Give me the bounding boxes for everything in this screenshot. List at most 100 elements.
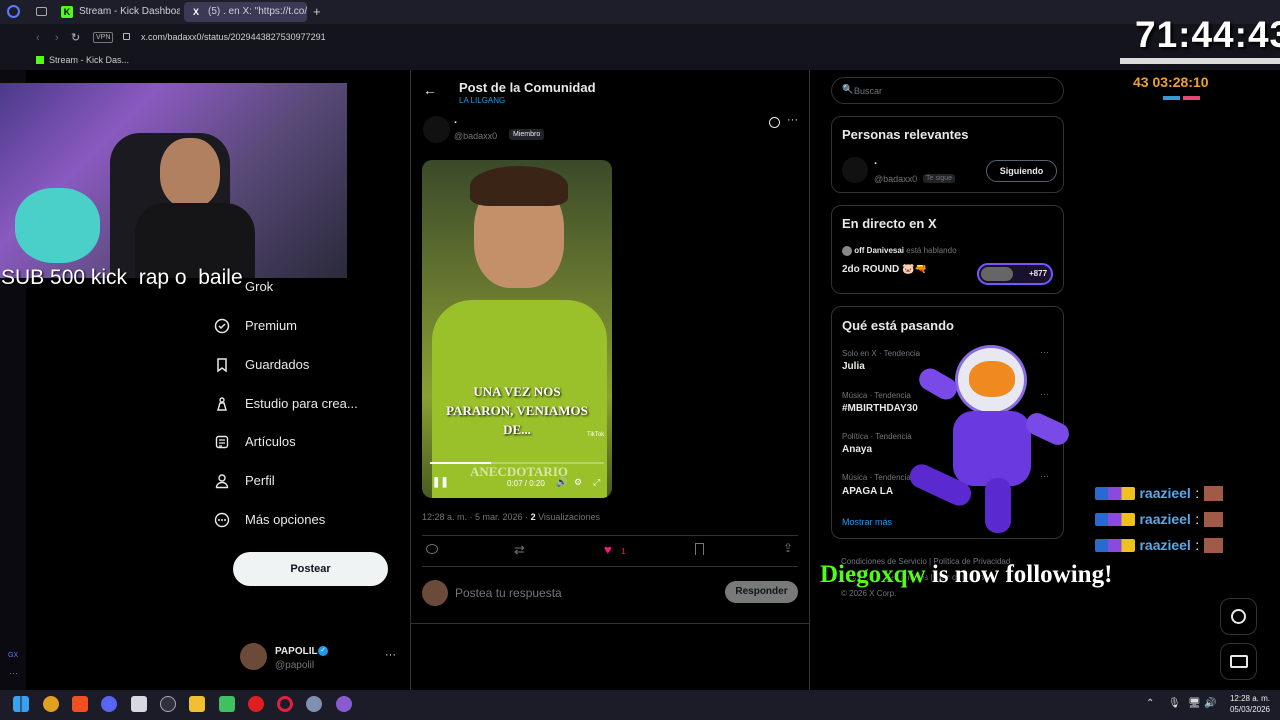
tab-label: (5) . en X: "https://t.co/ (208, 6, 307, 17)
chat-separator: : (1195, 511, 1200, 527)
taskbar-coin-icon[interactable] (43, 696, 59, 712)
search-input[interactable]: 🔍 Buscar (831, 77, 1064, 104)
relevant-avatar[interactable] (842, 157, 868, 183)
live-host-row[interactable]: off Danivesai está hablando (842, 246, 957, 256)
live-count: +877 (1029, 269, 1048, 278)
live-topic[interactable]: 2do ROUND 🐷🔫 (842, 264, 927, 275)
video-watermark: ANECDOTARIO (470, 464, 568, 479)
video-caption-line: UNA VEZ NOS (473, 384, 561, 399)
kick-icon: K (61, 6, 73, 18)
bookmark-kick[interactable]: Stream - Kick Das... (49, 55, 129, 65)
live-host-avatar (842, 246, 852, 256)
tray-clock[interactable]: 12:28 a. m. 05/03/2026 (1224, 693, 1270, 715)
back-icon[interactable]: ‹ (36, 32, 40, 44)
trend-name[interactable]: Julia (842, 361, 865, 372)
verified-icon: ✓ (318, 646, 328, 656)
bookmarks-bar: Stream - Kick Das... (0, 52, 1280, 70)
taskbar-game-icon[interactable] (219, 696, 235, 712)
search-placeholder: Buscar (854, 86, 883, 96)
show-more-link[interactable]: Mostrar más (842, 517, 892, 527)
taskbar-opera-icon[interactable] (277, 696, 293, 712)
tab-overview-icon[interactable] (36, 7, 47, 16)
back-arrow-icon[interactable]: ← (423, 82, 437, 98)
live-listeners-pill[interactable]: +877 (977, 263, 1053, 285)
video-progress-track[interactable] (430, 462, 604, 464)
repost-icon[interactable]: ⇄ (514, 542, 525, 558)
follows-you-badge: Te sigue (923, 174, 956, 183)
grok-float-button[interactable] (1220, 598, 1257, 635)
astronaut-leg-right (985, 478, 1011, 533)
trend-name[interactable]: APAGA LA (842, 486, 893, 497)
taskbar-discord-icon[interactable] (101, 696, 117, 712)
sidebar-more-icon[interactable]: ··· (9, 668, 18, 678)
tray-network-icon[interactable]: 🖥 (1188, 698, 1201, 709)
tray-volume-icon[interactable]: 🔊 (1204, 698, 1216, 709)
volume-icon[interactable]: 🔊 (556, 477, 567, 488)
taskbar-explorer-icon[interactable] (189, 696, 205, 712)
subtimer-prefix: 43 (1133, 74, 1149, 90)
new-tab-button[interactable]: + (313, 4, 321, 19)
articles-icon (215, 435, 229, 449)
reply-button[interactable]: Responder (725, 581, 798, 603)
taskbar-app2-icon[interactable] (336, 696, 352, 712)
chat-emote (1203, 538, 1223, 554)
relevant-name[interactable]: . (874, 155, 877, 167)
account-more-icon[interactable]: ··· (385, 649, 396, 661)
windows-taskbar: ⌃ 🎙 🖥 🔊 12:28 a. m. 05/03/2026 (0, 690, 1280, 720)
bookmark-icon[interactable] (695, 543, 704, 555)
follow-alert: Diegoxqw is now following! (820, 561, 1112, 589)
vpn-badge[interactable]: VPN (93, 32, 114, 43)
tab-kick-dashboard[interactable]: K Stream - Kick Dashboard (55, 2, 180, 22)
timer-underline (1120, 58, 1280, 64)
community-link[interactable]: LA LILGANG (459, 96, 505, 105)
settings-icon[interactable]: ⚙ (574, 477, 582, 488)
tiktok-watermark: TikTok (587, 432, 605, 438)
nav-label: Perfil (245, 473, 275, 488)
tray-time: 12:28 a. m. (1229, 694, 1270, 703)
taskbar-app-icon[interactable] (248, 696, 264, 712)
taskbar-store-icon[interactable] (131, 696, 147, 712)
author-name[interactable]: . (454, 114, 457, 126)
post-more-icon[interactable]: ··· (787, 114, 798, 126)
chat-emote (1203, 486, 1223, 502)
share-icon[interactable]: ⇪ (783, 541, 793, 555)
url-field[interactable]: x.com/badaxx0/status/2029443827530977291 (141, 32, 326, 42)
trend-name[interactable]: #MBIRTHDAY30 (842, 403, 918, 414)
tray-chevron-icon[interactable]: ⌃ (1146, 698, 1154, 709)
author-handle[interactable]: @badaxx0 (454, 131, 497, 141)
video-caption-line: PARARON, VENIAMOS (446, 403, 588, 418)
reload-icon[interactable]: ↻ (71, 31, 80, 44)
webcam-streamer-head (160, 138, 220, 208)
tab-x-post[interactable]: X (5) . en X: "https://t.co/ (184, 2, 307, 22)
pause-icon[interactable]: ❚❚ (432, 477, 449, 488)
like-icon[interactable]: ♥ (604, 542, 612, 557)
fullscreen-icon[interactable]: ⤢ (593, 477, 600, 488)
stream-timer: 71:44:43 (1135, 14, 1280, 55)
lock-icon (123, 33, 130, 40)
studio-icon (217, 397, 227, 411)
listener-avatars (981, 267, 1013, 281)
relevant-handle[interactable]: @badaxx0 (874, 174, 917, 184)
forward-icon[interactable]: › (55, 32, 59, 44)
reply-icon[interactable] (426, 544, 438, 554)
grok-icon[interactable] (769, 117, 780, 128)
messages-float-button[interactable] (1220, 643, 1257, 680)
video-player[interactable]: UNA VEZ NOS PARARON, VENIAMOS DE... TikT… (422, 160, 612, 498)
post-button[interactable]: Postear (233, 552, 388, 586)
astronaut-body (953, 411, 1031, 486)
tray-date: 05/03/2026 (1229, 705, 1270, 714)
profile-icon (215, 474, 229, 489)
tray-mic-icon[interactable]: 🎙 (1168, 698, 1181, 709)
taskbar-brave-icon[interactable] (72, 696, 88, 712)
reply-input[interactable]: Postea tu respuesta (455, 586, 562, 600)
opera-logo-icon[interactable] (7, 5, 20, 18)
trend-meta: Solo en X · Tendencia (842, 349, 921, 358)
following-button[interactable]: Siguiendo (986, 160, 1057, 182)
taskbar-obs-icon[interactable] (160, 696, 176, 712)
taskbar-settings-icon[interactable] (306, 696, 322, 712)
author-avatar[interactable] (423, 116, 450, 143)
trend-name[interactable]: Anaya (842, 444, 872, 455)
sidebar-gx-icon[interactable]: GX (8, 652, 18, 659)
windows-start-icon[interactable] (13, 696, 29, 712)
account-switcher[interactable]: PAPOLIL ✓ @papolil ··· (240, 643, 400, 673)
